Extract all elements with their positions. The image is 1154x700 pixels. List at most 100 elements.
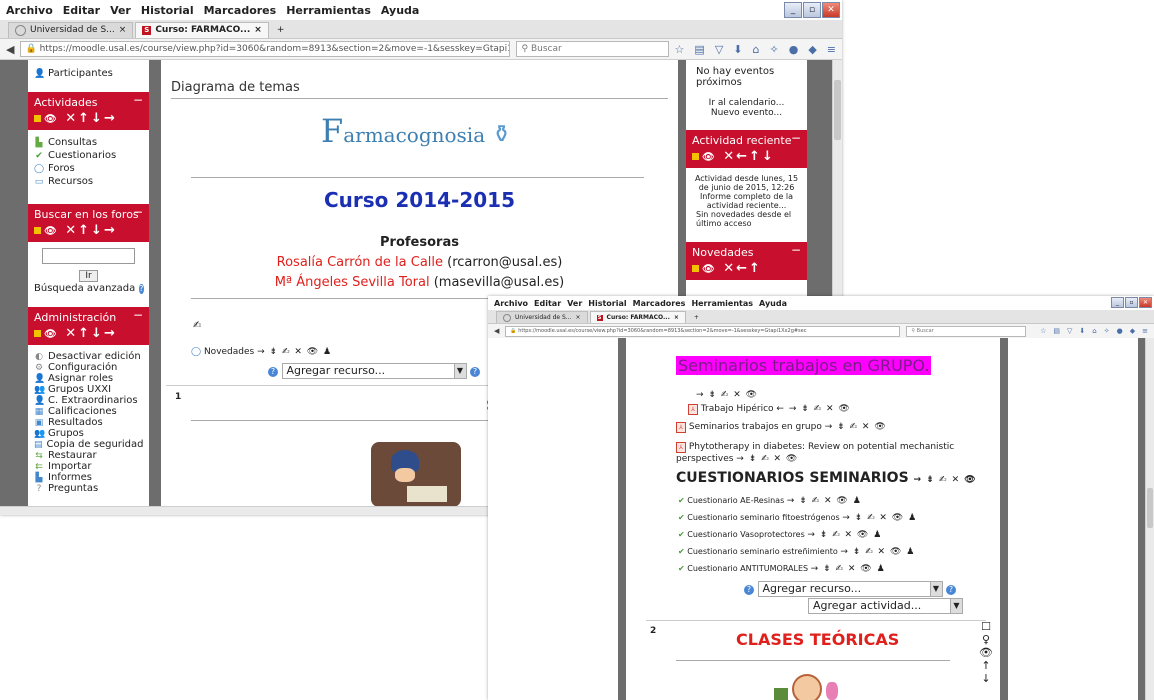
bookmark-star-icon[interactable]: ☆ [1040,327,1046,335]
close-tab-icon[interactable]: × [254,23,262,38]
move-right-icon[interactable]: → [104,223,117,238]
minimize-button[interactable]: _ [1111,297,1124,308]
edit-actions[interactable]: → ⇟ ✍ ✕ 👁 ♟ [257,347,332,357]
move-up-icon[interactable]: ↑ [749,149,762,164]
menu-historial[interactable]: Historial [141,4,194,17]
addon-icon[interactable]: ✧ [1104,327,1110,335]
tab-universidad[interactable]: Universidad de S... × [8,22,134,38]
quiz-row[interactable]: ✔ Cuestionario Vasoprotectores → ⇟ ✍ ✕ 👁… [678,530,882,540]
pocket-icon[interactable]: ▽ [1067,327,1072,335]
delete-icon[interactable]: ✕ [65,111,78,126]
collapse-icon[interactable]: − [133,93,143,107]
admin-item[interactable]: ⇆ Restaurar [28,450,149,461]
new-event-link[interactable]: Nuevo evento... [686,108,807,118]
recursos-link[interactable]: ▭ Recursos [28,175,149,188]
recent-report-link[interactable]: Informe completo de la actividad recient… [686,192,807,210]
delete-icon[interactable]: ✕ [723,261,736,276]
edit-actions[interactable]: → ⇟ ✍ ✕ 👁 ♟ [840,547,915,557]
close-button[interactable]: ✕ [822,2,840,18]
eye-icon[interactable]: 👁 [702,152,717,163]
delete-icon[interactable]: ✕ [65,326,78,341]
move-right-icon[interactable]: → [104,326,117,341]
move-right-icon[interactable]: → [104,111,117,126]
admin-item[interactable]: ▣ Resultados [28,417,149,428]
move-up-icon[interactable]: ↑ [78,326,91,341]
edit-icon[interactable]: ✍ [193,320,201,331]
admin-item[interactable]: ? Preguntas [28,483,149,494]
maximize-button[interactable]: ▫ [1125,297,1138,308]
move-down-icon[interactable]: ↓ [91,326,104,341]
addon-icon[interactable]: ✧ [769,43,778,56]
admin-item[interactable]: 👥 Grupos UXXI [28,384,149,395]
admin-item[interactable]: ▙ Informes [28,472,149,483]
scrollbar-thumb[interactable] [1147,488,1153,528]
bookmark-star-icon[interactable]: ☆ [675,43,685,56]
download-icon[interactable]: ⬇ [733,43,742,56]
vertical-scrollbar[interactable] [1145,338,1154,700]
admin-item[interactable]: 👥 Grupos [28,428,149,439]
quiz-row[interactable]: ✔ Cuestionario ANTITUMORALES → ⇟ ✍ ✕ 👁 ♟ [678,564,886,574]
move-down-icon[interactable]: ↓ [762,149,775,164]
menu-herramientas[interactable]: Herramientas [691,299,753,308]
move-up-icon[interactable]: ↑ [978,659,994,672]
admin-item[interactable]: ⇇ Importar [28,461,149,472]
tab-curso[interactable]: S Curso: FARMACO... × [589,311,686,323]
search-input[interactable]: ⚲ Buscar [516,41,669,57]
move-down-icon[interactable]: ↓ [91,223,104,238]
eye-icon[interactable]: 👁 [702,264,717,275]
menu-historial[interactable]: Historial [588,299,626,308]
pocket-icon[interactable]: ▽ [715,43,723,56]
move-left-icon[interactable]: ← [736,261,749,276]
forum-search-go-button[interactable]: Ir [79,270,98,282]
eye-icon[interactable]: 👁 [44,114,59,125]
edit-actions[interactable]: → ⇟ ✍ ✕ 👁 [914,475,977,485]
new-tab-button[interactable]: + [688,312,705,323]
close-tab-icon[interactable]: × [119,23,127,38]
menu-herramientas[interactable]: Herramientas [286,4,371,17]
edit-actions[interactable]: → ⇟ ✍ ✕ 👁 ♟ [811,564,886,574]
admin-item[interactable]: ◐ Desactivar edición [28,351,149,362]
tab-universidad[interactable]: Universidad de S... × [496,311,588,323]
home-icon[interactable]: ⌂ [753,43,760,56]
file-row[interactable]: ⅄ Seminarios trabajos en grupo → ⇟ ✍ ✕ 👁 [676,422,887,433]
scrollbar-thumb[interactable] [834,80,841,140]
collapse-icon[interactable]: − [791,131,801,145]
menu-archivo[interactable]: Archivo [6,4,53,17]
help-icon[interactable]: ? [139,283,144,294]
admin-item[interactable]: ▦ Calificaciones [28,406,149,417]
edit-actions[interactable]: → ⇟ ✍ ✕ 👁 [736,454,798,464]
foros-link[interactable]: ◯ Foros [28,162,149,175]
admin-item[interactable]: ▤ Copia de seguridad [28,439,149,450]
move-down-icon[interactable]: ↓ [978,672,994,685]
home-icon[interactable]: ⌂ [1092,327,1096,335]
menu-ver[interactable]: Ver [110,4,131,17]
new-tab-button[interactable]: + [271,23,291,38]
admin-item[interactable]: ⚙ Configuración [28,362,149,373]
maximize-button[interactable]: ▫ [803,2,821,18]
edit-actions[interactable]: ← → ⇟ ✍ ✕ 👁 [776,404,850,414]
delete-icon[interactable]: ✕ [65,223,78,238]
chat-icon[interactable]: ● [789,43,799,56]
help-icon[interactable]: ? [946,585,956,595]
edit-actions[interactable]: → ⇟ ✍ ✕ 👁 ♟ [807,530,882,540]
move-up-icon[interactable]: ↑ [749,261,762,276]
menu-marcadores[interactable]: Marcadores [204,4,277,17]
close-button[interactable]: ✕ [1139,297,1152,308]
chat-icon[interactable]: ● [1117,327,1123,335]
file-row[interactable]: ⅄ Phytotherapy in diabetes: Review on po… [676,441,966,465]
move-left-icon[interactable]: ← [736,149,749,164]
close-tab-icon[interactable]: × [674,312,679,323]
eye-icon[interactable]: 👁 [44,226,59,237]
file-row[interactable]: ⅄ Trabajo Hipérico ← → ⇟ ✍ ✕ 👁 [688,404,851,415]
add-resource-select[interactable]: Agregar recurso... ▼ [281,363,467,379]
menu-editar[interactable]: Editar [534,299,561,308]
advanced-search-link[interactable]: Búsqueda avanzada? [28,282,149,295]
url-bar[interactable]: 🔒 https://moodle.usal.es/course/view.php… [20,41,511,57]
menu-editar[interactable]: Editar [63,4,100,17]
close-tab-icon[interactable]: × [576,312,581,323]
lightbulb-icon[interactable]: ♀ [978,633,994,646]
cuestionarios-link[interactable]: ✔ Cuestionarios [28,149,149,162]
hamburger-menu-icon[interactable]: ≡ [1142,327,1148,335]
add-resource-select[interactable]: Agregar recurso... ▼ [757,581,943,597]
menu-archivo[interactable]: Archivo [494,299,528,308]
